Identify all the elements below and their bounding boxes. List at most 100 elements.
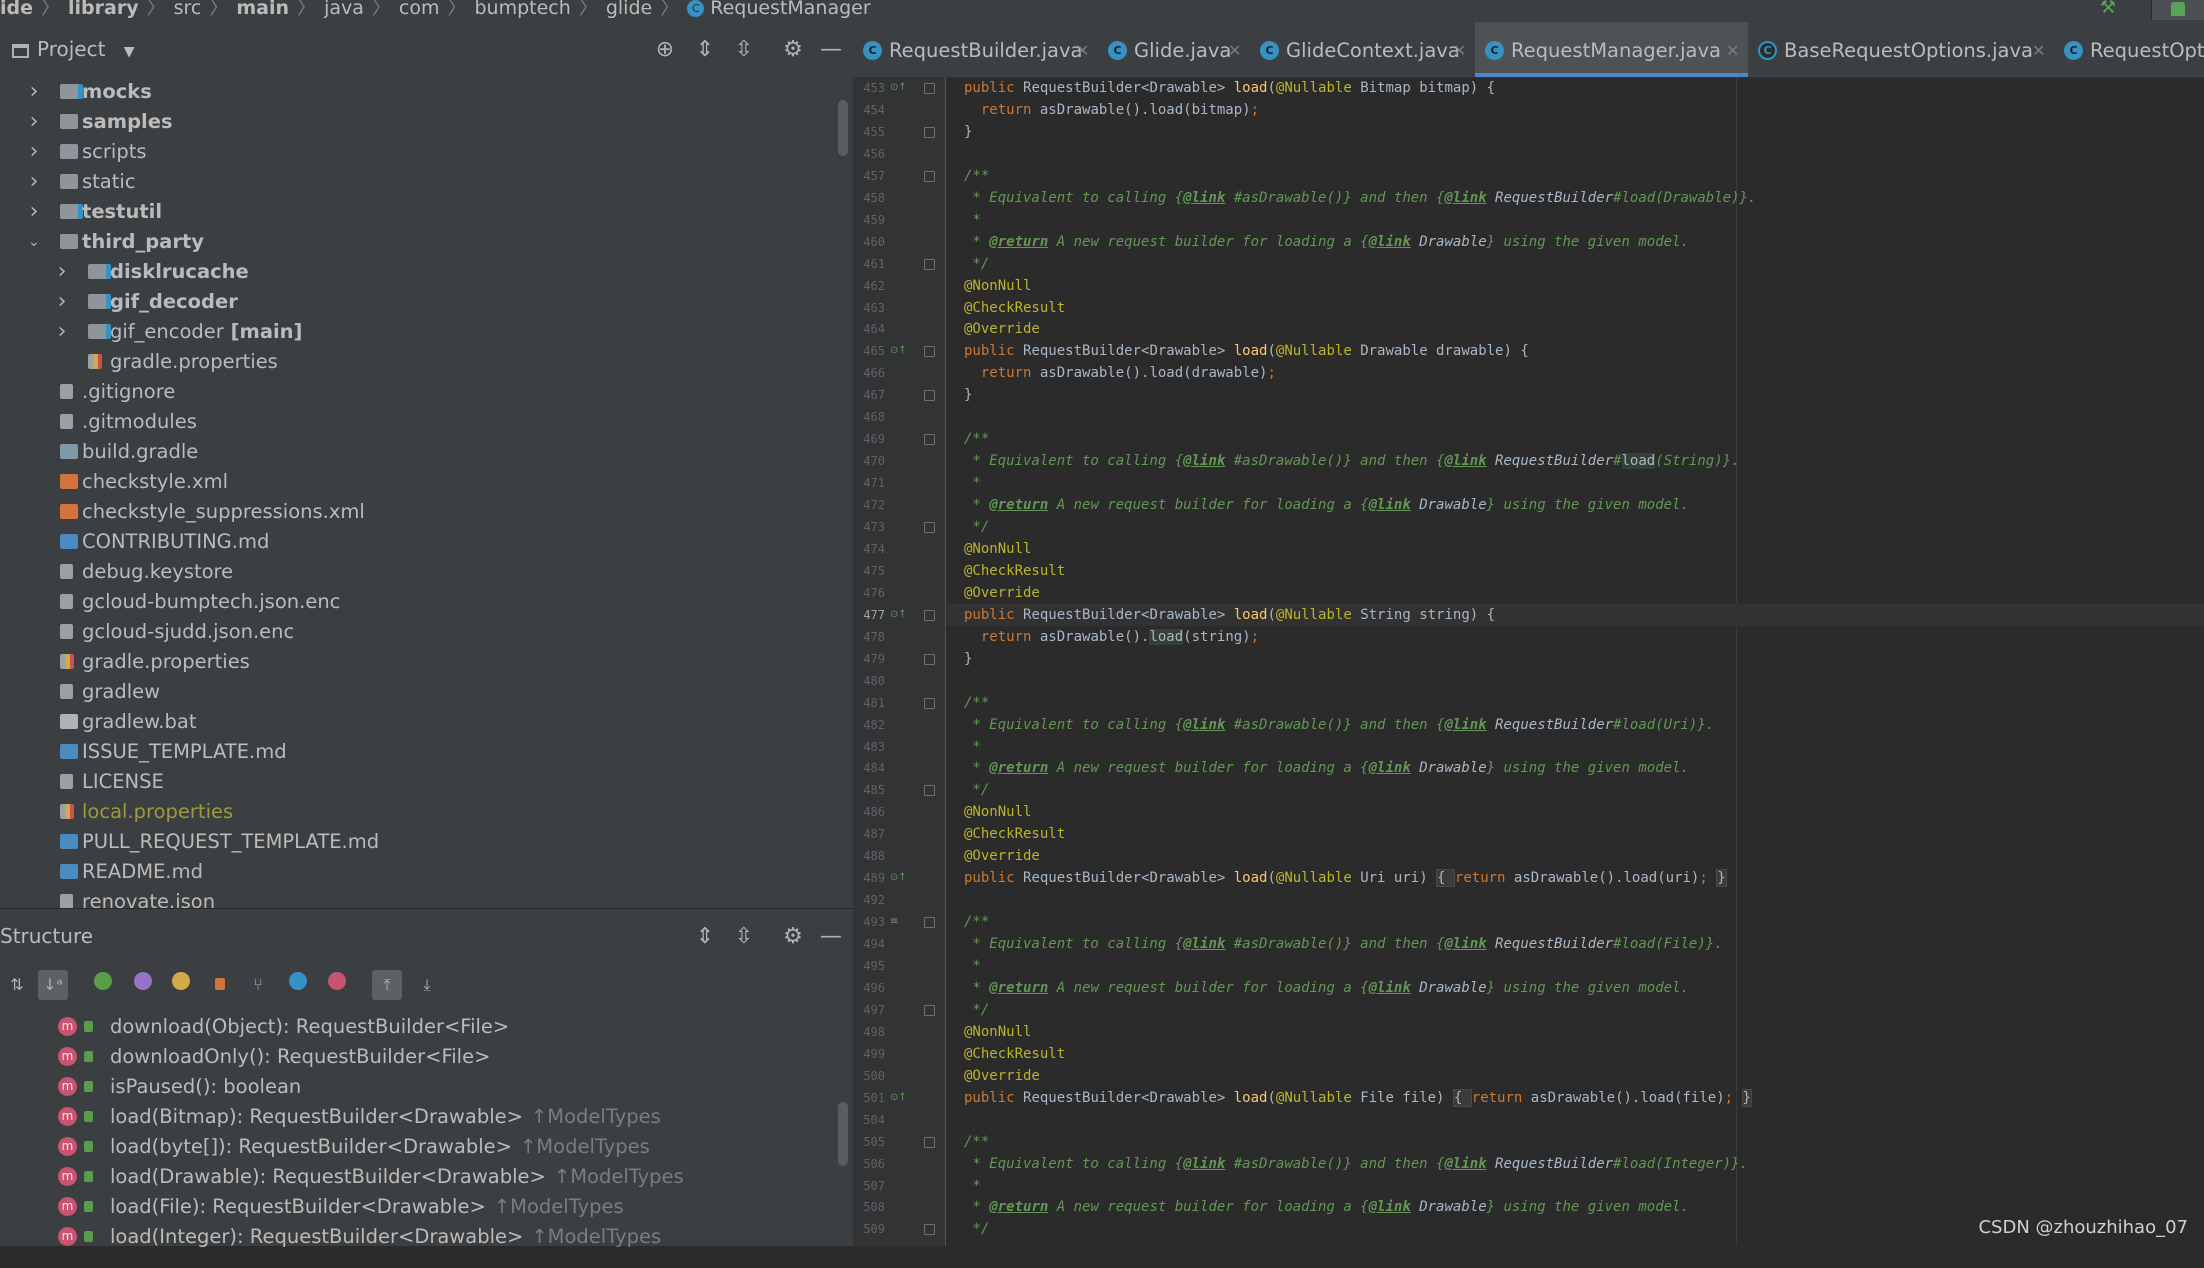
autoscroll-from-source-icon[interactable]: ⤓ bbox=[412, 970, 442, 1000]
code-token: asDrawable().load(file) bbox=[1530, 1090, 1725, 1106]
fold-marker-icon[interactable] bbox=[924, 1224, 935, 1235]
override-marker-icon[interactable]: ⊙↑ bbox=[890, 345, 907, 357]
sort-by-visibility-icon[interactable]: ⇅ bbox=[2, 970, 32, 1000]
fold-marker-icon[interactable] bbox=[924, 1137, 935, 1148]
code-line: * Equivalent to calling {@link #asDrawab… bbox=[946, 450, 2204, 472]
tab-glidecontext-java[interactable]: C GlideContext.java ✕ bbox=[1250, 22, 1475, 77]
close-tab-icon[interactable]: ✕ bbox=[1076, 22, 1089, 77]
locate-file-icon[interactable]: ⊕ bbox=[650, 22, 680, 77]
tree-scrollbar[interactable] bbox=[838, 100, 848, 156]
tab-label: BaseRequestOptions.java bbox=[1784, 39, 2033, 62]
project-view-selector[interactable]: Project ▼ bbox=[12, 22, 135, 80]
breadcrumb-item[interactable]: java bbox=[324, 0, 364, 18]
override-marker-icon[interactable]: ⊙↑ bbox=[890, 609, 907, 621]
code-token: @Override bbox=[964, 1068, 1040, 1084]
show-anonymous-icon[interactable] bbox=[283, 970, 313, 1000]
expand-all-icon[interactable]: ⇕ bbox=[690, 909, 720, 964]
gear-icon[interactable]: ⚙ bbox=[778, 909, 808, 964]
chevron-right-icon[interactable]: › bbox=[24, 137, 44, 167]
expand-all-icon[interactable]: ⇕ bbox=[690, 22, 720, 77]
fold-marker-icon[interactable] bbox=[924, 522, 935, 533]
gear-icon[interactable]: ⚙ bbox=[778, 22, 808, 77]
structure-scrollbar[interactable] bbox=[838, 1102, 848, 1166]
breadcrumb-item[interactable]: library bbox=[68, 0, 139, 18]
breadcrumb-separator: 〉 bbox=[297, 0, 317, 19]
tab-requestbuilder-java[interactable]: C RequestBuilder.java ✕ bbox=[853, 22, 1098, 77]
breadcrumb-item[interactable]: main bbox=[236, 0, 289, 18]
code-token: * Equivalent to calling { bbox=[964, 1156, 1184, 1172]
breadcrumb-item[interactable]: RequestManager bbox=[710, 0, 870, 18]
fold-marker-icon[interactable] bbox=[924, 610, 935, 621]
show-properties-icon[interactable] bbox=[128, 970, 158, 1000]
fold-marker-icon[interactable] bbox=[924, 785, 935, 796]
autoscroll-to-source-icon[interactable]: ⤒ bbox=[372, 970, 402, 1000]
fold-marker-icon[interactable] bbox=[924, 127, 935, 138]
fold-marker-icon[interactable] bbox=[924, 1005, 935, 1016]
tab-requestoptio[interactable]: C RequestOptio bbox=[2054, 22, 2204, 77]
chevron-down-icon[interactable]: ⌄ bbox=[24, 227, 44, 257]
fold-marker-icon[interactable] bbox=[924, 346, 935, 357]
code-line: * bbox=[946, 955, 2204, 977]
breadcrumb-item[interactable]: glide bbox=[606, 0, 652, 18]
hide-panel-icon[interactable]: — bbox=[816, 22, 846, 77]
fold-marker-icon[interactable] bbox=[924, 654, 935, 665]
chevron-right-icon[interactable]: › bbox=[52, 257, 72, 287]
chevron-right-icon[interactable]: › bbox=[24, 107, 44, 137]
breadcrumb-item[interactable]: bumptech bbox=[475, 0, 571, 18]
chevron-right-icon[interactable]: › bbox=[52, 317, 72, 347]
show-non-public-icon[interactable] bbox=[205, 970, 235, 1000]
collapse-all-icon[interactable]: ⇳ bbox=[729, 909, 759, 964]
file-icon bbox=[60, 624, 73, 639]
tab-glide-java[interactable]: C Glide.java ✕ bbox=[1098, 22, 1250, 77]
close-tab-icon[interactable]: ✕ bbox=[2032, 22, 2045, 77]
close-tab-icon[interactable]: ✕ bbox=[1453, 22, 1466, 77]
account-button[interactable] bbox=[2151, 0, 2204, 20]
project-icon bbox=[12, 43, 29, 58]
show-lambdas-icon[interactable] bbox=[322, 970, 352, 1000]
fold-marker-icon[interactable] bbox=[924, 83, 935, 94]
override-marker-icon[interactable]: ⊙↑ bbox=[890, 82, 907, 94]
collapse-all-icon[interactable]: ⇳ bbox=[729, 22, 759, 77]
fold-marker-icon[interactable] bbox=[924, 171, 935, 182]
fold-marker-icon[interactable] bbox=[924, 390, 935, 401]
code-token: return bbox=[980, 629, 1040, 645]
fold-marker-icon[interactable] bbox=[924, 698, 935, 709]
close-tab-icon[interactable]: ✕ bbox=[1228, 22, 1241, 77]
code-token: @link bbox=[1368, 497, 1411, 513]
tree-item-name: gradlew bbox=[82, 680, 161, 703]
close-tab-icon[interactable]: ✕ bbox=[1726, 22, 1739, 77]
show-implemented-icon[interactable]: ⑂ bbox=[243, 970, 273, 1000]
show-inherited-icon[interactable] bbox=[88, 970, 118, 1000]
tab-baserequestoptions-java[interactable]: C BaseRequestOptions.java ✕ bbox=[1748, 22, 2054, 77]
fold-marker-icon[interactable] bbox=[924, 434, 935, 445]
build-hammer-icon[interactable]: ⚒ bbox=[2100, 0, 2116, 17]
code-area[interactable]: public RequestBuilder<Drawable> load(@Nu… bbox=[946, 77, 2204, 1246]
fold-marker-icon[interactable] bbox=[924, 259, 935, 270]
show-fields-icon[interactable] bbox=[166, 970, 196, 1000]
breadcrumb-item[interactable]: src bbox=[174, 0, 202, 18]
code-line: */ bbox=[946, 516, 2204, 538]
override-marker-icon[interactable]: ⊙↑ bbox=[890, 872, 907, 884]
code-token: public bbox=[964, 870, 1024, 886]
chevron-right-icon[interactable]: › bbox=[52, 287, 72, 317]
chevron-right-icon[interactable]: › bbox=[24, 167, 44, 197]
code-token: */ bbox=[964, 519, 990, 535]
chevron-right-icon[interactable]: › bbox=[24, 77, 44, 107]
breadcrumb-item[interactable]: ide bbox=[0, 0, 33, 18]
rendered-doc-icon[interactable]: ≡ bbox=[890, 916, 902, 928]
tree-item-label: PULL_REQUEST_TEMPLATE.md bbox=[82, 827, 379, 857]
override-marker-icon[interactable]: ⊙↑ bbox=[890, 1092, 907, 1104]
tab-requestmanager-java[interactable]: C RequestManager.java ✕ bbox=[1475, 22, 1748, 77]
code-line: */ bbox=[946, 253, 2204, 275]
code-token: @Override bbox=[964, 585, 1040, 601]
fold-marker-icon[interactable] bbox=[924, 917, 935, 928]
chevron-right-icon[interactable]: › bbox=[24, 197, 44, 227]
code-token: public bbox=[964, 607, 1024, 623]
hide-panel-icon[interactable]: — bbox=[816, 909, 846, 964]
breadcrumb-item[interactable]: com bbox=[399, 0, 440, 18]
code-token: */ bbox=[964, 1002, 990, 1018]
line-number: 453 bbox=[863, 81, 885, 95]
module-folder-icon bbox=[60, 204, 83, 219]
sort-alphabetically-icon[interactable]: ↓ᵃ bbox=[38, 970, 68, 1000]
line-number: 492 bbox=[863, 893, 885, 907]
